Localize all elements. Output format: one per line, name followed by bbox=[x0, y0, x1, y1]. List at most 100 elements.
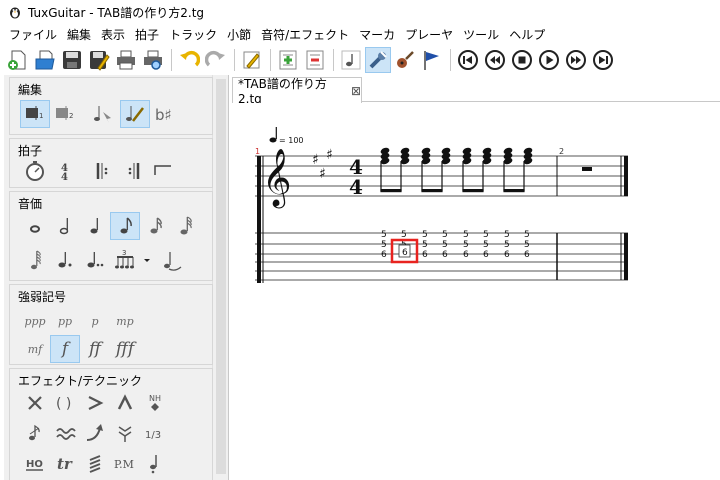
print-preview-button[interactable] bbox=[140, 47, 166, 73]
document-tab[interactable]: *TAB譜の作り方2.tg ⊠ bbox=[232, 77, 362, 106]
dynamics-group-title: 強弱記号 bbox=[18, 290, 67, 304]
open-file-button[interactable] bbox=[32, 47, 58, 73]
play-button[interactable] bbox=[536, 47, 562, 73]
menu-file[interactable]: ファイル bbox=[4, 25, 62, 45]
menu-tools[interactable]: ツール bbox=[458, 25, 504, 45]
menu-time-signature[interactable]: 拍子 bbox=[130, 25, 164, 45]
edit-mode-button[interactable] bbox=[120, 100, 150, 128]
tremolo-picking-button[interactable] bbox=[80, 449, 110, 477]
voice-1-button[interactable]: 1 bbox=[20, 100, 50, 128]
select-mode-button[interactable] bbox=[88, 100, 118, 128]
save-button[interactable] bbox=[59, 47, 85, 73]
dynamic-fff-button[interactable]: fff bbox=[110, 335, 140, 363]
document-tab-bar: *TAB譜の作り方2.tg ⊠ bbox=[232, 75, 720, 106]
palm-mute-label: P.M bbox=[114, 458, 134, 471]
previous-button[interactable] bbox=[482, 47, 508, 73]
menu-player[interactable]: プレーヤ bbox=[400, 25, 458, 45]
double-dotted-note-icon bbox=[87, 252, 104, 268]
effects-group-title: エフェクト/テクニック bbox=[18, 374, 143, 388]
menu-view[interactable]: 表示 bbox=[96, 25, 130, 45]
duration-group: 音価 3 bbox=[9, 191, 213, 281]
trill-button[interactable]: tr bbox=[50, 449, 80, 477]
ghost-note-button[interactable]: ( ) bbox=[50, 389, 80, 417]
chord-7 bbox=[503, 147, 513, 191]
sixteenth-note-button[interactable] bbox=[140, 212, 170, 240]
menu-edit[interactable]: 編集 bbox=[62, 25, 96, 45]
dynamic-mp-button[interactable]: mp bbox=[110, 307, 140, 335]
tremolo-bar-button[interactable] bbox=[110, 419, 140, 447]
undo-button[interactable] bbox=[176, 47, 202, 73]
hammer-on-button[interactable]: HO bbox=[20, 449, 50, 477]
score-view[interactable]: 1 2 = 100 𝄞 ♯ ♯ ♯ 4 4 5555555 5 5 5 5 5 … bbox=[232, 103, 720, 480]
time-signature-button[interactable]: 44 bbox=[50, 157, 80, 185]
voice-2-button[interactable]: 2 bbox=[50, 100, 80, 128]
dynamic-pp-button[interactable]: pp bbox=[50, 307, 80, 335]
close-tab-icon[interactable]: ⊠ bbox=[351, 84, 361, 98]
duration-group-title: 音価 bbox=[18, 197, 43, 211]
heavy-accent-button[interactable] bbox=[110, 389, 140, 417]
menu-measure[interactable]: 小節 bbox=[222, 25, 256, 45]
first-button[interactable] bbox=[455, 47, 481, 73]
menu-track[interactable]: トラック bbox=[164, 25, 222, 45]
bend-button[interactable] bbox=[80, 419, 110, 447]
stop-button[interactable] bbox=[509, 47, 535, 73]
alternate-ending-button[interactable] bbox=[148, 157, 178, 185]
repeat-open-button[interactable] bbox=[88, 157, 118, 185]
add-track-button[interactable] bbox=[275, 47, 301, 73]
accent-button[interactable] bbox=[80, 389, 110, 417]
tempo-button[interactable] bbox=[20, 157, 50, 185]
half-note-button[interactable] bbox=[50, 212, 80, 240]
voice-1-icon: 1 bbox=[26, 106, 43, 120]
toolbar-separator bbox=[270, 49, 271, 71]
end-barline-thick bbox=[624, 156, 628, 196]
dynamic-ppp-button[interactable]: ppp bbox=[20, 307, 50, 335]
staccato-button[interactable] bbox=[140, 449, 170, 477]
remove-track-button[interactable] bbox=[302, 47, 328, 73]
tuplet-effect-button[interactable]: 1/3 bbox=[140, 419, 170, 447]
menu-marker[interactable]: マーカ bbox=[354, 25, 400, 45]
trill-icon: tr bbox=[57, 455, 73, 473]
next-button[interactable] bbox=[563, 47, 589, 73]
tuplet-dropdown-button[interactable] bbox=[140, 246, 154, 274]
panel-scrollbar-thumb[interactable] bbox=[216, 79, 226, 474]
dead-note-button[interactable] bbox=[20, 389, 50, 417]
accidental-button[interactable]: b♯ bbox=[150, 100, 180, 128]
marker-button[interactable] bbox=[419, 47, 445, 73]
edit-pencil-button[interactable] bbox=[239, 47, 265, 73]
palm-mute-button[interactable]: P.M bbox=[110, 449, 140, 477]
whole-note-button[interactable] bbox=[20, 212, 50, 240]
settings-button[interactable] bbox=[365, 47, 391, 73]
save-as-button[interactable] bbox=[86, 47, 112, 73]
natural-harmonic-button[interactable]: NH bbox=[140, 389, 170, 417]
repeat-close-button[interactable] bbox=[118, 157, 148, 185]
tuplet-button[interactable]: 3 bbox=[110, 246, 140, 274]
last-button[interactable] bbox=[590, 47, 616, 73]
thirty-second-note-button[interactable] bbox=[170, 212, 200, 240]
panel-scrollbar[interactable] bbox=[212, 75, 228, 480]
grace-note-button[interactable] bbox=[20, 419, 50, 447]
dynamic-f-button[interactable]: f bbox=[50, 335, 80, 363]
eighth-note-button[interactable] bbox=[110, 212, 140, 240]
dynamic-mf-button[interactable]: mf bbox=[20, 335, 50, 363]
sharp-icon: ♯ bbox=[326, 147, 333, 163]
dynamic-ff-button[interactable]: ff bbox=[80, 335, 110, 363]
menu-note-effect[interactable]: 音符/エフェクト bbox=[256, 25, 354, 45]
new-file-button[interactable] bbox=[5, 47, 31, 73]
edit-group-title: 編集 bbox=[18, 83, 43, 97]
dotted-note-button[interactable] bbox=[50, 246, 80, 274]
print-preview-icon bbox=[144, 50, 162, 70]
double-dotted-note-button[interactable] bbox=[80, 246, 110, 274]
sixty-fourth-note-button[interactable] bbox=[20, 246, 50, 274]
redo-button[interactable] bbox=[203, 47, 229, 73]
svg-text:2: 2 bbox=[69, 112, 73, 120]
edit-group: 編集 1 2 b♯ bbox=[9, 77, 213, 135]
time-signature-bottom: 4 bbox=[349, 175, 363, 199]
menu-help[interactable]: ヘルプ bbox=[504, 25, 550, 45]
note-button[interactable] bbox=[338, 47, 364, 73]
print-button[interactable] bbox=[113, 47, 139, 73]
quarter-note-button[interactable] bbox=[80, 212, 110, 240]
dynamic-p-button[interactable]: p bbox=[80, 307, 110, 335]
tie-note-button[interactable] bbox=[158, 246, 188, 274]
guitar-button[interactable] bbox=[392, 47, 418, 73]
vibrato-button[interactable] bbox=[50, 419, 80, 447]
